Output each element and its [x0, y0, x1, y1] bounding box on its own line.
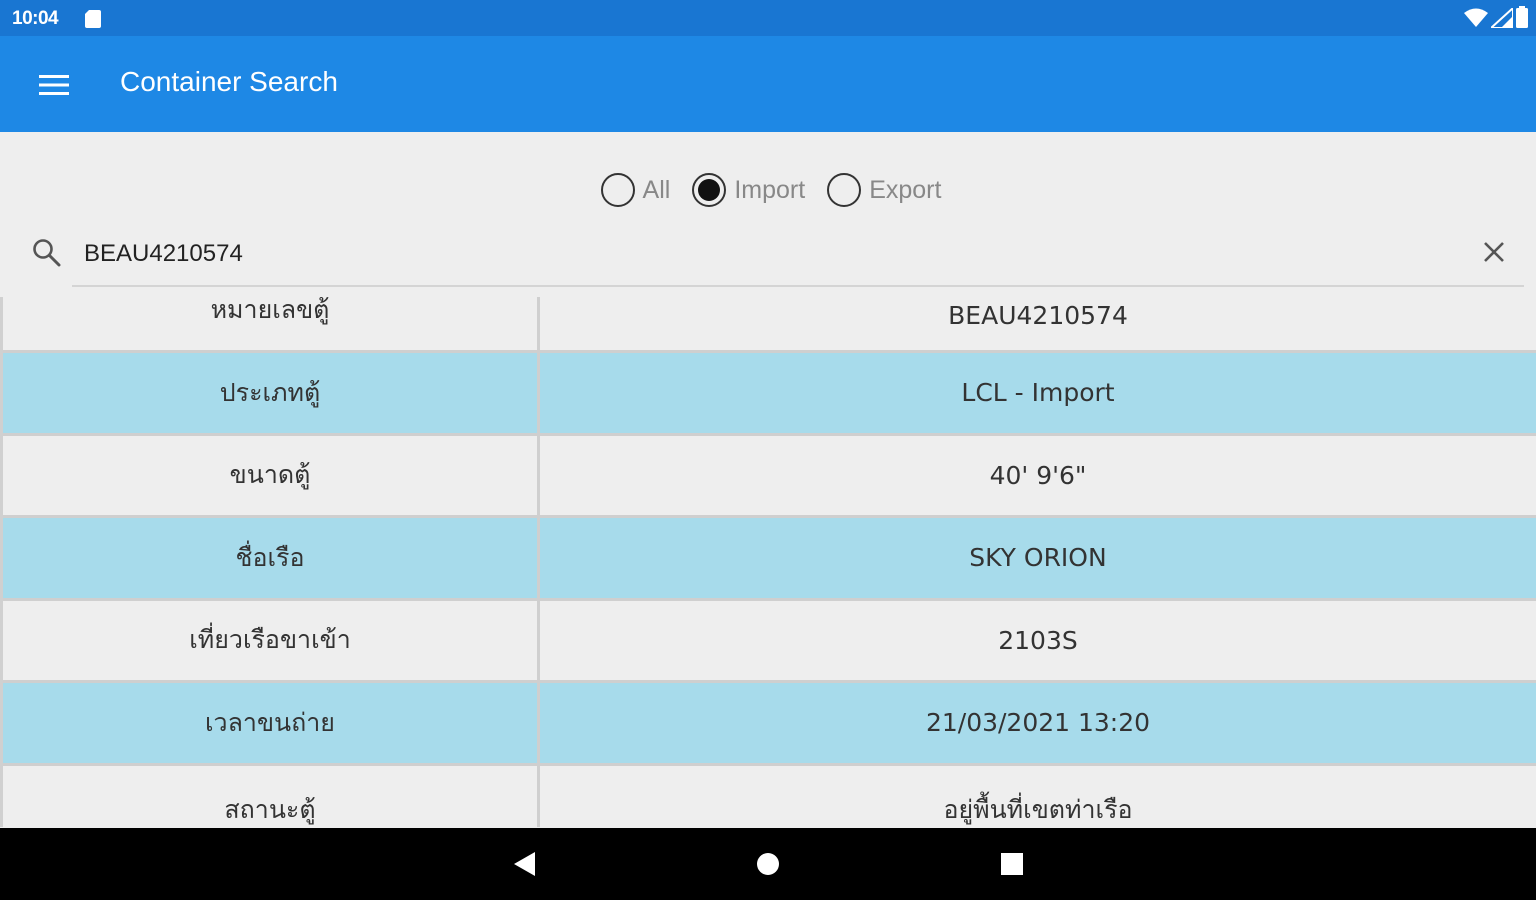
row-value: 2103S: [998, 625, 1078, 655]
table-row: ประเภทตู้ LCL - Import: [3, 353, 1536, 436]
page-title: Container Search: [120, 66, 338, 97]
recents-icon[interactable]: [994, 846, 1030, 882]
status-bar: 10:04: [0, 0, 1536, 36]
row-label: สถานะตู้: [3, 765, 540, 827]
radio-export[interactable]: Export: [827, 166, 941, 214]
row-label: เที่ยวเรือขาเข้า: [3, 600, 540, 680]
row-value: BEAU4210574: [948, 301, 1128, 330]
search-input[interactable]: [84, 234, 1444, 274]
row-label: ประเภทตู้: [3, 353, 540, 433]
row-value: 21/03/2021 13:20: [925, 708, 1151, 738]
row-value: อยู่พื้นที่เขตท่าเรือ: [943, 794, 1133, 824]
back-icon[interactable]: [506, 846, 542, 882]
radio-label: Export: [869, 175, 942, 204]
row-label: ขนาดตู้: [3, 435, 540, 515]
signal-icon: [1491, 8, 1513, 28]
row-value: LCL - Import: [961, 378, 1115, 408]
search-bar: [0, 222, 1536, 287]
table-row: หมายเลขตู้ BEAU4210574: [3, 297, 1536, 353]
radio-label: Import: [734, 175, 806, 204]
table-row: ขนาดตู้ 40' 9'6": [3, 435, 1536, 518]
status-icons: [1464, 6, 1528, 28]
close-icon[interactable]: [1478, 236, 1510, 268]
search-icon: [33, 239, 61, 267]
home-icon[interactable]: [750, 846, 786, 882]
container-details-table: หมายเลขตู้ BEAU4210574 ประเภทตู้ LCL - I…: [0, 297, 1536, 827]
table-row: ชื่อเรือ SKY ORION: [3, 518, 1536, 601]
radio-all[interactable]: All: [600, 166, 671, 214]
row-value: 40' 9'6": [989, 460, 1087, 490]
table-row: เวลาขนถ่าย 21/03/2021 13:20: [3, 683, 1536, 766]
sd-card-icon: [85, 10, 101, 28]
filter-radio-group: All Import Export: [0, 166, 1536, 214]
search-underline: [72, 285, 1524, 287]
wifi-icon: [1464, 8, 1488, 27]
row-value: SKY ORION: [969, 543, 1107, 573]
table-row: เที่ยวเรือขาเข้า 2103S: [3, 600, 1536, 683]
app-bar: Container Search: [0, 36, 1536, 132]
system-nav-bar: [0, 828, 1536, 900]
radio-checked-icon: [692, 173, 727, 207]
row-label: หมายเลขตู้: [3, 297, 540, 350]
battery-icon: [1516, 6, 1528, 28]
radio-unchecked-icon: [600, 173, 635, 207]
row-label: เวลาขนถ่าย: [3, 683, 540, 763]
radio-unchecked-icon: [827, 173, 862, 207]
table-row: สถานะตู้ อยู่พื้นที่เขตท่าเรือ: [3, 765, 1536, 827]
radio-import[interactable]: Import: [692, 166, 805, 214]
hamburger-menu-icon[interactable]: [28, 68, 80, 102]
row-label: ชื่อเรือ: [3, 518, 540, 598]
radio-label: All: [642, 175, 671, 204]
status-time: 10:04: [12, 8, 59, 29]
